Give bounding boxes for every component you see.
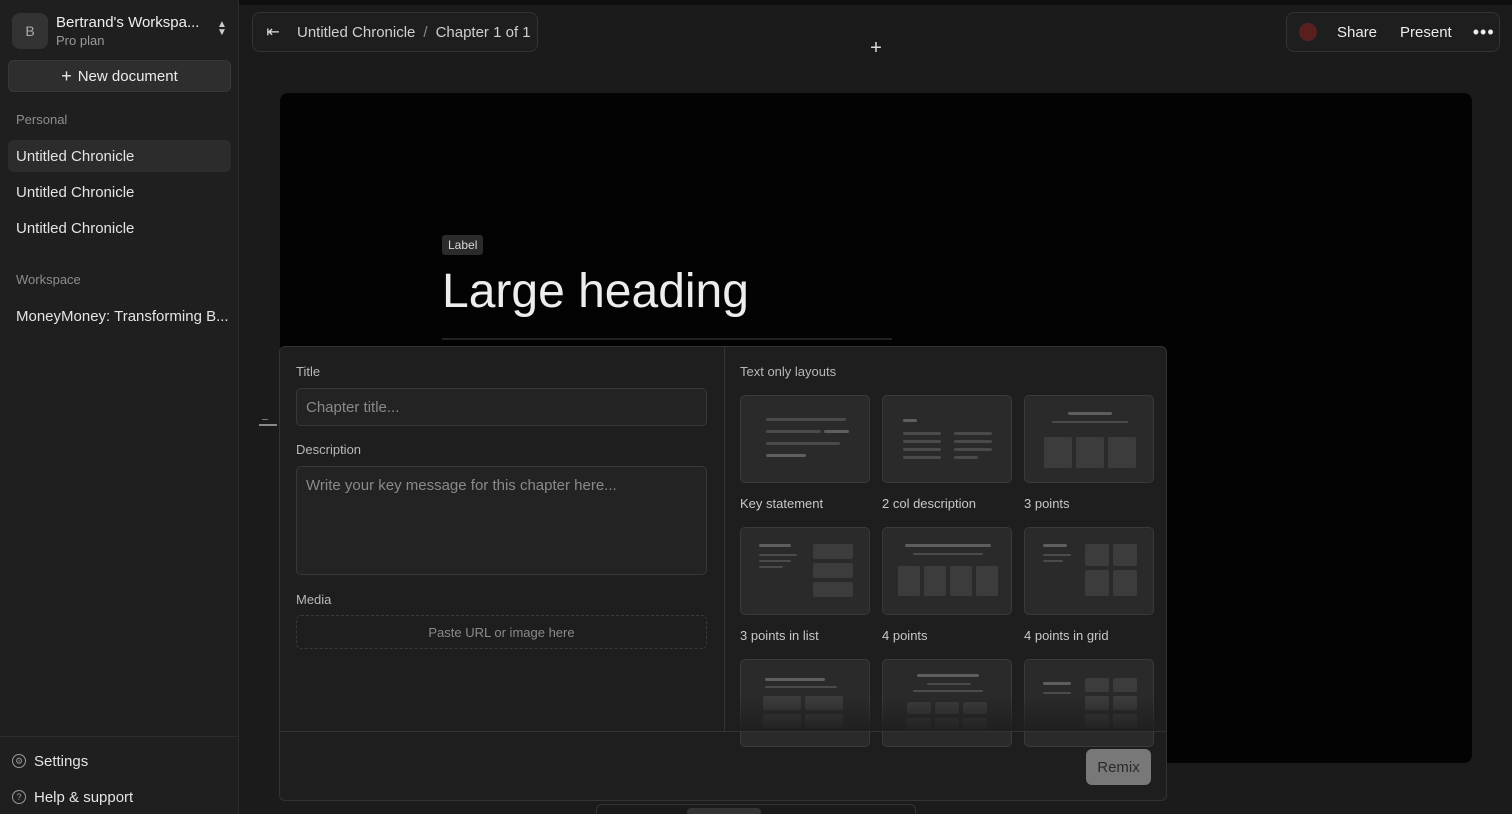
breadcrumb: ⇤ Untitled Chronicle / Chapter 1 of 1: [252, 12, 538, 52]
layout-card-4-points[interactable]: [882, 527, 1012, 615]
section-label-personal: Personal: [16, 112, 68, 127]
layout-card-2-col-description[interactable]: [882, 395, 1012, 483]
layout-card-4-points-in-grid[interactable]: [1024, 527, 1154, 615]
divider: [280, 731, 1166, 732]
layout-card[interactable]: [740, 659, 870, 747]
bottom-toolbar: [596, 804, 916, 814]
media-label: Media: [296, 592, 332, 607]
layouts-title: Text only layouts: [740, 364, 837, 379]
new-document-label: New document: [77, 67, 178, 85]
drag-handle[interactable]: [259, 424, 277, 426]
bottom-toolbar-active[interactable]: [687, 808, 761, 814]
layout-card[interactable]: [882, 659, 1012, 747]
layout-card-3-points[interactable]: [1024, 395, 1154, 483]
layout-name: 2 col description: [882, 496, 976, 511]
actions-bar: Share Present •••: [1286, 12, 1500, 52]
slide-label[interactable]: Label: [442, 235, 484, 255]
workspace-avatar: B: [12, 13, 48, 49]
breadcrumb-separator: /: [423, 23, 428, 41]
layout-name: 3 points in list: [740, 628, 819, 643]
handle-mark: [262, 419, 268, 420]
question-icon: ?: [12, 790, 26, 804]
new-document-button[interactable]: + New document: [8, 60, 231, 92]
layout-card-3-points-in-list[interactable]: [740, 527, 870, 615]
divider: [724, 347, 725, 731]
chevron-up-down-icon[interactable]: ▲ ▼: [214, 20, 230, 41]
layout-name: 4 points in grid: [1024, 628, 1109, 643]
add-chapter-icon[interactable]: +: [866, 38, 886, 58]
slide-heading[interactable]: Large heading: [442, 264, 749, 319]
workspace-name: Bertrand's Workspa...: [56, 14, 200, 31]
topbar-edge: [239, 0, 1512, 5]
description-input[interactable]: [296, 466, 707, 575]
description-label: Description: [296, 442, 362, 457]
sidebar-item-document[interactable]: Untitled Chronicle: [8, 176, 231, 208]
plus-icon: +: [61, 66, 72, 86]
breadcrumb-document[interactable]: Untitled Chronicle: [297, 24, 415, 41]
layout-card-key-statement[interactable]: [740, 395, 870, 483]
remix-button[interactable]: Remix: [1086, 749, 1151, 785]
sidebar: B Bertrand's Workspa... Pro plan ▲ ▼ + Ne…: [0, 0, 239, 814]
present-button[interactable]: Present: [1400, 24, 1452, 41]
layout-card[interactable]: [1024, 659, 1154, 747]
share-button[interactable]: Share: [1337, 24, 1377, 41]
breadcrumb-chapter[interactable]: Chapter 1 of 1: [436, 24, 531, 41]
title-label: Title: [296, 364, 321, 379]
divider: [0, 736, 239, 737]
help-button[interactable]: ? Help & support: [12, 785, 133, 809]
sidebar-item-document[interactable]: MoneyMoney: Transforming B...: [8, 300, 231, 332]
layout-name: 3 points: [1024, 496, 1070, 511]
sidebar-item-document[interactable]: Untitled Chronicle: [8, 140, 231, 172]
collapse-sidebar-icon[interactable]: ⇤: [263, 22, 283, 42]
layout-name: Key statement: [740, 496, 824, 511]
chapter-panel: Title Description Media Paste URL or ima…: [279, 346, 1167, 801]
gear-icon: ⚙: [12, 754, 26, 768]
slide-subtext: [442, 334, 892, 342]
workspace-plan: Pro plan: [56, 33, 105, 48]
avatar[interactable]: [1299, 23, 1317, 41]
workspace-switcher[interactable]: B Bertrand's Workspa... Pro plan ▲ ▼: [12, 12, 230, 50]
more-options-icon[interactable]: •••: [1473, 23, 1495, 41]
layout-name: 4 points: [882, 628, 928, 643]
section-label-workspace: Workspace: [16, 272, 81, 287]
chapter-title-input[interactable]: [296, 388, 707, 426]
settings-button[interactable]: ⚙ Settings: [12, 749, 88, 773]
sidebar-item-document[interactable]: Untitled Chronicle: [8, 212, 231, 244]
media-dropzone[interactable]: Paste URL or image here: [296, 615, 707, 649]
